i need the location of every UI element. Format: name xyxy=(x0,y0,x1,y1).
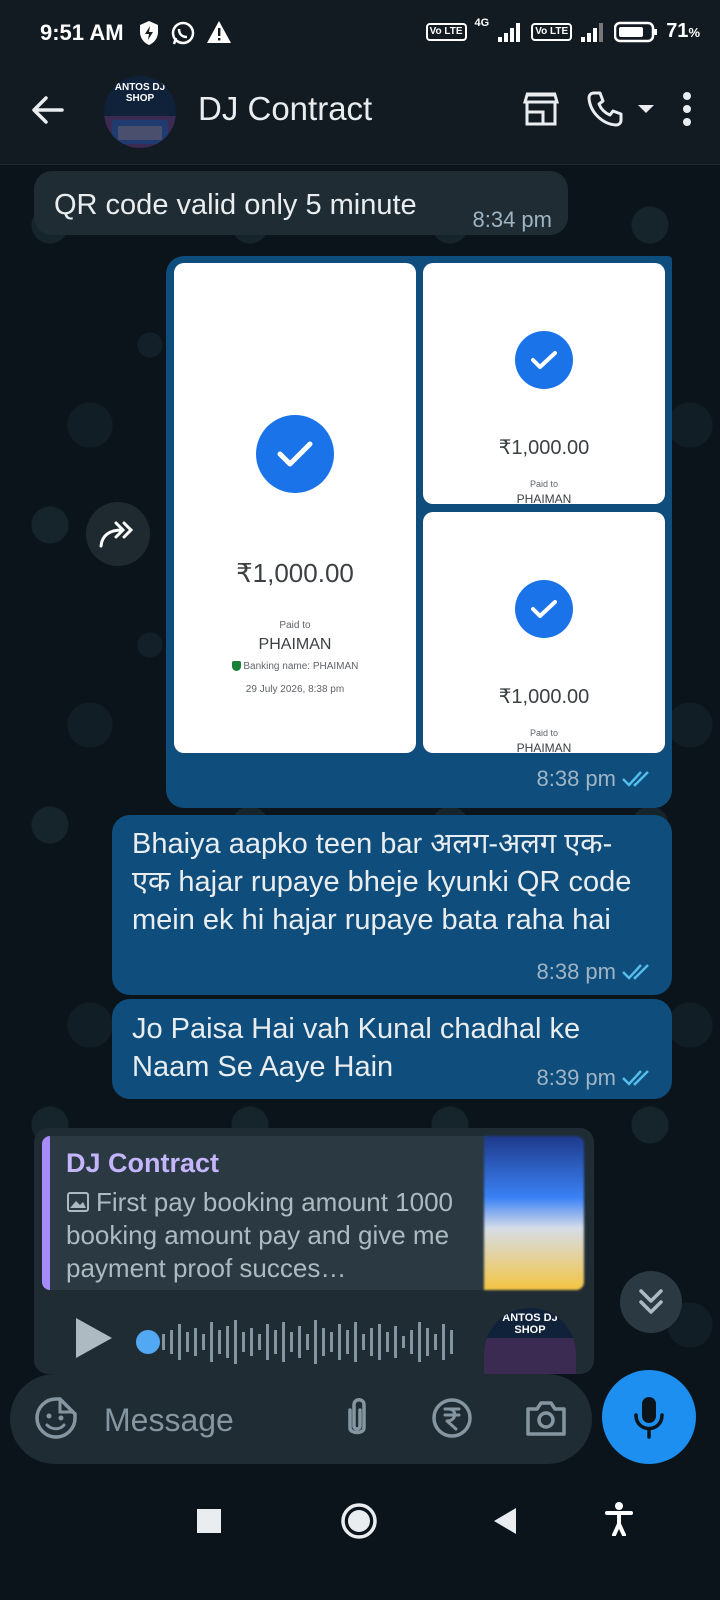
read-ticks-icon xyxy=(622,771,649,787)
network-4g-label: 4G xyxy=(474,16,490,29)
receipt-payee: PHAIMAN xyxy=(516,492,572,504)
shield-icon xyxy=(140,21,158,45)
forward-icon xyxy=(99,521,134,548)
microphone-icon xyxy=(634,1397,664,1439)
message-text: Bhaiya aapko teen bar अलग-अलग एक-एक haja… xyxy=(132,828,632,936)
contact-avatar[interactable]: ANTOS DJ SHOP xyxy=(104,76,176,148)
payment-receipt-image[interactable]: ₹1,000.00 Paid to PHAIMAN Banking name: … xyxy=(174,263,416,753)
battery-percent: 71% xyxy=(666,20,700,42)
status-left-icons xyxy=(138,20,232,46)
warning-icon xyxy=(207,21,231,43)
voice-note[interactable]: ANTOS DJ SHOP xyxy=(34,1298,594,1374)
double-chevron-down-icon xyxy=(639,1289,663,1314)
avatar-brand-text: ANTOS DJ SHOP xyxy=(114,82,166,104)
outgoing-message[interactable]: Bhaiya aapko teen bar अलग-अलग एक-एक haja… xyxy=(112,815,672,995)
store-icon[interactable] xyxy=(522,90,560,128)
quoted-message[interactable]: DJ Contract First pay booking amount 100… xyxy=(42,1136,493,1290)
recents-square-icon[interactable] xyxy=(196,1508,222,1534)
receipt-date: 29 July 2026, 8:38 pm xyxy=(245,684,345,695)
message-time: 8:34 pm xyxy=(472,207,553,232)
message-text: QR code valid only 5 minute xyxy=(54,189,417,221)
sticker-icon[interactable] xyxy=(34,1396,78,1440)
rupee-payment-icon[interactable] xyxy=(430,1396,474,1440)
payment-receipt-image[interactable]: ₹1,000.00 Paid to PHAIMAN xyxy=(423,263,665,504)
read-ticks-icon xyxy=(622,1070,649,1086)
volte-badge-1: Vo LTE xyxy=(425,22,467,41)
success-check-icon xyxy=(515,580,573,638)
receipt-paid-to-label: Paid to xyxy=(529,728,559,738)
receipt-paid-to-label: Paid to xyxy=(529,479,559,489)
forward-button[interactable] xyxy=(86,502,150,566)
voice-record-button[interactable] xyxy=(602,1370,696,1464)
receipt-paid-to-label: Paid to xyxy=(279,620,311,631)
signal-icon-2 xyxy=(581,22,604,42)
chat-title[interactable]: DJ Contract xyxy=(198,90,372,128)
quoted-sender-name: DJ Contract xyxy=(66,1148,220,1178)
status-time: 9:51 AM xyxy=(40,20,124,45)
back-arrow-icon[interactable] xyxy=(28,90,68,130)
receipt-payee: PHAIMAN xyxy=(516,741,572,753)
play-icon[interactable] xyxy=(74,1316,114,1360)
status-bar: 9:51 AM Vo LTE 4G Vo LTE 71% xyxy=(0,0,720,68)
avatar-brand-text: ANTOS DJ SHOP xyxy=(502,1312,558,1336)
message-composer xyxy=(10,1374,592,1464)
accessibility-icon[interactable] xyxy=(604,1502,634,1536)
receipt-amount: ₹1,000.00 xyxy=(498,437,590,459)
quoted-image-thumbnail xyxy=(484,1136,584,1290)
outgoing-message[interactable]: Jo Paisa Hai vah Kunal chadhal ke Naam S… xyxy=(112,999,672,1099)
voice-progress-dot[interactable] xyxy=(136,1330,160,1354)
outgoing-image-album[interactable]: ₹1,000.00 Paid to PHAIMAN Banking name: … xyxy=(166,256,672,808)
chat-area[interactable]: QR code valid only 5 minute 8:34 pm ₹1,0… xyxy=(0,165,720,1390)
call-icon[interactable] xyxy=(586,90,624,128)
receipt-amount: ₹1,000.00 xyxy=(498,686,590,708)
call-dropdown-chevron-icon[interactable] xyxy=(636,102,656,116)
attach-icon[interactable] xyxy=(342,1396,372,1442)
volte-badge-2: Vo LTE xyxy=(531,22,573,41)
battery-icon xyxy=(614,21,658,42)
receipt-amount: ₹1,000.00 xyxy=(236,558,354,588)
read-ticks-icon xyxy=(622,964,649,980)
message-time: 8:39 pm xyxy=(537,1065,655,1091)
signal-icon-1 xyxy=(498,22,521,42)
verified-shield-icon xyxy=(231,661,241,672)
system-navigation-bar xyxy=(0,1472,720,1600)
back-triangle-icon[interactable] xyxy=(492,1506,518,1536)
payment-receipt-image[interactable]: ₹1,000.00 Paid to PHAIMAN xyxy=(423,512,665,753)
incoming-message[interactable]: QR code valid only 5 minute 8:34 pm xyxy=(34,171,568,235)
message-input[interactable] xyxy=(102,1396,316,1444)
camera-icon[interactable] xyxy=(524,1396,568,1440)
whatsapp-icon xyxy=(171,21,195,45)
receipt-payee: PHAIMAN xyxy=(258,636,332,653)
home-circle-icon[interactable] xyxy=(340,1502,378,1540)
header-actions xyxy=(522,90,692,128)
message-time: 8:38 pm xyxy=(537,959,655,985)
image-icon xyxy=(67,1192,89,1212)
receipt-banking-name: Banking name: PHAIMAN xyxy=(174,661,416,672)
message-time: 8:38 pm xyxy=(537,766,655,792)
voice-waveform[interactable] xyxy=(160,1312,460,1372)
status-right: Vo LTE 4G Vo LTE 71% xyxy=(425,16,700,43)
quoted-text: First pay booking amount 1000 booking am… xyxy=(66,1187,453,1283)
chat-header: ANTOS DJ SHOP DJ Contract xyxy=(0,68,720,165)
incoming-reply-message[interactable]: DJ Contract First pay booking amount 100… xyxy=(34,1128,594,1374)
more-options-icon[interactable] xyxy=(682,91,692,127)
scroll-to-bottom-button[interactable] xyxy=(620,1271,682,1333)
sender-avatar: ANTOS DJ SHOP xyxy=(484,1308,576,1374)
success-check-icon xyxy=(515,331,573,389)
success-check-icon xyxy=(256,415,334,493)
